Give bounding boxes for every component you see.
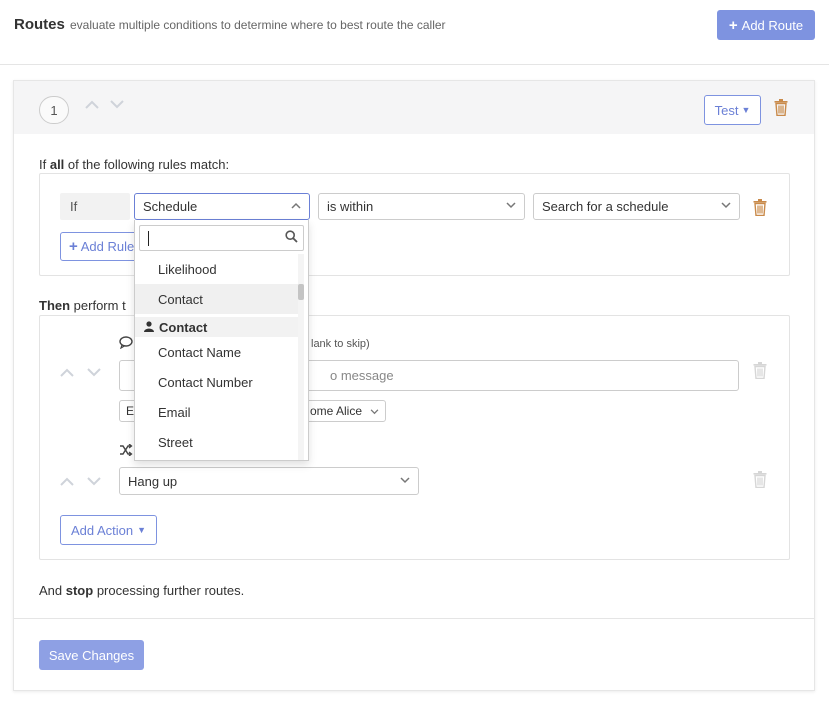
chevron-up-icon[interactable] — [59, 474, 75, 490]
shuffle-icon — [119, 443, 133, 459]
route-header: 1 Test ▼ — [14, 81, 814, 134]
dropdown-group-label: Contact — [159, 319, 208, 335]
save-changes-button[interactable]: Save Changes — [39, 640, 144, 670]
voice-select-value: ome Alice — [309, 404, 362, 418]
trash-icon[interactable] — [753, 362, 767, 382]
search-icon — [285, 230, 298, 246]
stop-text: And stop processing further routes. — [39, 583, 244, 598]
if-label: If — [60, 193, 130, 220]
stop-prefix: And — [39, 583, 66, 598]
add-route-button[interactable]: + Add Route — [717, 10, 815, 40]
then-bold: Then — [39, 298, 71, 313]
chevron-down-icon — [721, 201, 731, 212]
rules-prefix: If — [39, 157, 50, 172]
speech-bubble-icon — [119, 336, 133, 352]
dropdown-group-header: Contact — [135, 317, 298, 337]
voice-type-value: E — [126, 404, 135, 418]
chevron-down-icon — [506, 201, 516, 212]
plus-icon: + — [69, 238, 78, 255]
add-rule-button[interactable]: + Add Rule — [60, 232, 140, 261]
caret-down-icon: ▼ — [137, 525, 147, 535]
dropdown-option[interactable]: Likelihood — [135, 254, 298, 284]
page-title: Routes — [14, 16, 65, 33]
chevron-up-icon[interactable] — [84, 97, 100, 113]
stop-suffix: processing further routes. — [93, 583, 245, 598]
trash-icon[interactable] — [753, 199, 767, 219]
rule-value-select[interactable]: Search for a schedule — [533, 193, 740, 220]
plus-icon: + — [728, 16, 738, 34]
page-subtitle: evaluate multiple conditions to determin… — [70, 18, 446, 32]
chevron-down-icon[interactable] — [109, 98, 125, 114]
page-header: Routes evaluate multiple conditions to d… — [0, 0, 829, 65]
route-number-badge: 1 — [39, 96, 69, 124]
dropdown-option[interactable]: Contact Number — [135, 367, 298, 397]
hangup-select-value: Hang up — [128, 473, 178, 489]
chevron-down-icon[interactable] — [86, 475, 102, 491]
chevron-up-icon[interactable] — [59, 365, 75, 381]
dropdown-option[interactable]: Contact — [135, 284, 298, 314]
dropdown-option[interactable]: Street — [135, 427, 298, 457]
field-dropdown: Likelihood Contact Contact Contact Name … — [134, 220, 309, 461]
user-icon — [144, 320, 154, 335]
rules-suffix: of the following rules match: — [64, 157, 230, 172]
dropdown-list: Likelihood Contact Contact Contact Name … — [135, 254, 298, 457]
rule-operator-value: is within — [327, 199, 374, 214]
caret-down-icon: ▼ — [741, 105, 751, 115]
rule-value-placeholder: Search for a schedule — [542, 199, 669, 214]
trash-icon[interactable] — [774, 99, 788, 119]
chevron-down-icon — [400, 476, 410, 487]
footer-divider — [14, 618, 814, 619]
test-label: Test — [714, 102, 739, 118]
rule-field-select[interactable]: Schedule — [134, 193, 310, 220]
trash-icon[interactable] — [753, 471, 767, 491]
rules-bold: all — [49, 157, 65, 172]
text-caret — [148, 231, 149, 246]
dropdown-option[interactable]: Email — [135, 397, 298, 427]
rule-field-value: Schedule — [143, 199, 198, 214]
then-heading: Then perform t — [39, 298, 126, 313]
dropdown-scrollbar-thumb[interactable] — [298, 284, 304, 300]
chevron-up-icon — [291, 201, 301, 212]
stop-bold: stop — [65, 583, 94, 598]
dropdown-search-input[interactable] — [139, 225, 304, 251]
hangup-select[interactable]: Hang up — [119, 467, 419, 495]
dropdown-option[interactable]: Contact Name — [135, 337, 298, 367]
add-action-button[interactable]: Add Action ▼ — [60, 515, 157, 545]
chevron-down-icon — [370, 404, 379, 418]
add-rule-label: Add Rule — [80, 239, 135, 254]
skip-hint: lank to skip) — [311, 338, 370, 350]
rule-operator-select[interactable]: is within — [318, 193, 525, 220]
rules-heading: If all of the following rules match: — [39, 157, 229, 172]
add-action-label: Add Action — [70, 522, 134, 538]
then-suffix: perform t — [70, 298, 126, 313]
message-placeholder: o message — [330, 368, 394, 383]
chevron-down-icon[interactable] — [86, 366, 102, 382]
test-button[interactable]: Test ▼ — [704, 95, 761, 125]
add-route-label: Add Route — [741, 17, 804, 33]
